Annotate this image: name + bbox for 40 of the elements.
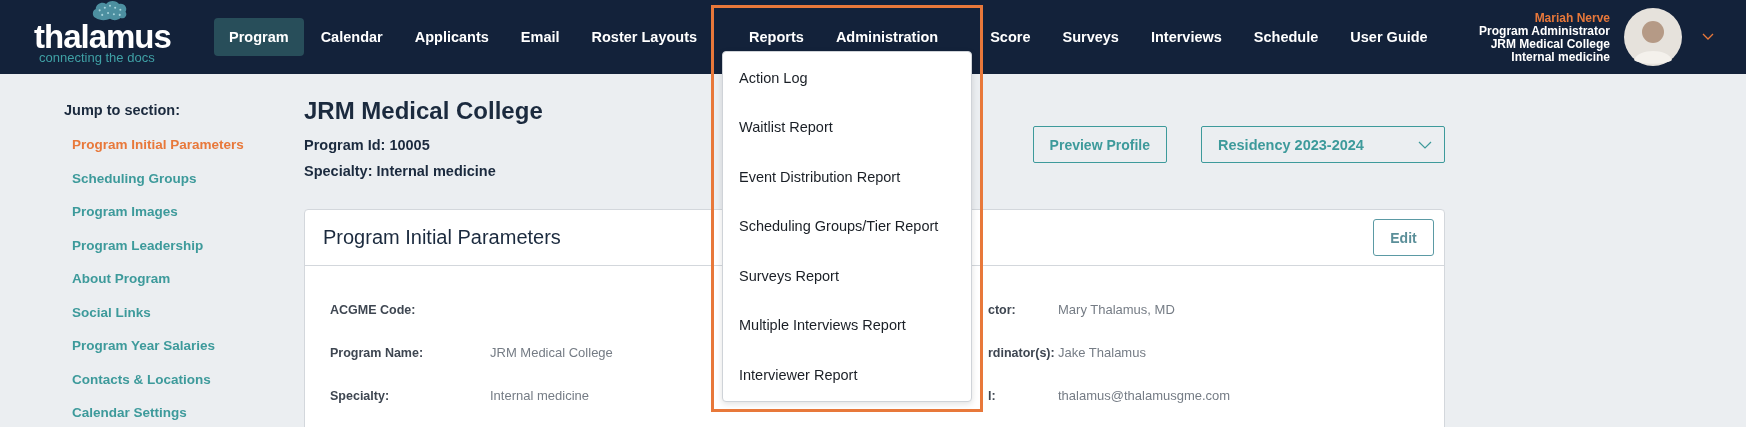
nav-tab[interactable]: Applicants (399, 18, 504, 56)
user-institution: JRM Medical College (1490, 37, 1610, 51)
edit-button[interactable]: Edit (1373, 219, 1434, 256)
user-name: Mariah Nerve (1534, 10, 1610, 25)
menu-item[interactable]: Interviewer Report (723, 350, 971, 400)
field-label: ctor: (988, 302, 1016, 317)
menu-item[interactable]: Action Log (723, 53, 971, 103)
nav-tab[interactable]: Roster Layouts (576, 18, 713, 56)
nav-tab[interactable]: Email (505, 18, 575, 56)
field-value: thalamus@thalamusgme.com (1058, 388, 1231, 403)
card-title: Program Initial Parameters (323, 226, 561, 249)
logo-wordmark[interactable]: thalamus (34, 23, 171, 50)
nav-tab[interactable]: Program (214, 18, 304, 56)
field-value: Mary Thalamus, MD (1058, 302, 1175, 317)
program-specialty: Specialty: Internal medicine (304, 162, 497, 181)
logo-tagline: connecting the docs (39, 51, 155, 64)
program-id: Program Id: 10005 (304, 136, 431, 155)
menu-item[interactable]: Waitlist Report (723, 102, 971, 152)
nav-tab[interactable]: User Guide (1335, 18, 1443, 56)
menu-item[interactable]: Event Distribution Report (723, 152, 971, 202)
menu-item[interactable]: Surveys Report (723, 251, 971, 301)
nav-tab[interactable]: Surveys (1047, 18, 1134, 56)
nav-tab[interactable]: Schedule (1238, 18, 1334, 56)
menu-item[interactable]: Scheduling Groups/Tier Report (723, 201, 971, 251)
menu-item[interactable]: Multiple Interviews Report (723, 300, 971, 350)
field-label: l: (988, 388, 996, 403)
user-specialty: Internal medicine (1511, 50, 1610, 64)
nav-tab[interactable]: Score (975, 18, 1046, 56)
sidebar-heading: Jump to section: (64, 102, 181, 118)
field-label: Program Name: (330, 345, 425, 360)
field-value: Jake Thalamus (1058, 345, 1146, 360)
program-title: JRM Medical College (304, 97, 543, 125)
nav-tab[interactable]: Interviews (1135, 18, 1237, 56)
field-value: Internal medicine (490, 388, 589, 403)
nav-tab[interactable]: Calendar (305, 18, 398, 56)
field-value: JRM Medical College (490, 345, 613, 360)
field-label: rdinator(s): (988, 345, 1055, 360)
user-role: Program Administrator (1479, 24, 1610, 38)
field-label: Specialty: (330, 388, 391, 403)
field-label: ACGME Code: (330, 302, 417, 317)
